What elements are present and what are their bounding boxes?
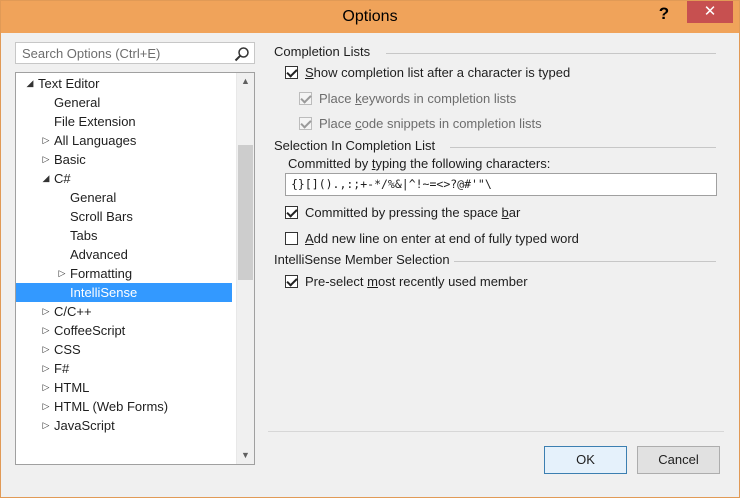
tree-item-label: C# — [54, 171, 71, 186]
expand-arrow-icon[interactable]: ▷ — [40, 321, 52, 340]
tree-scrollbar[interactable]: ▲ ▼ — [236, 73, 254, 464]
expand-arrow-icon[interactable]: ▷ — [40, 378, 52, 397]
tree-item[interactable]: Tabs — [16, 226, 232, 245]
selection-group: Selection In Completion List — [274, 138, 716, 156]
completion-lists-group: Completion Lists — [274, 44, 716, 62]
tree-item[interactable]: ▷ F# — [16, 359, 232, 378]
tree-item-label: Advanced — [70, 247, 128, 262]
tree-item[interactable]: General — [16, 93, 232, 112]
place-snippets-label: Place code snippets in completion lists — [319, 116, 542, 131]
tree-item[interactable]: ▷ All Languages — [16, 131, 232, 150]
member-selection-group: IntelliSense Member Selection — [274, 252, 716, 270]
dialog-client: Search Options (Ctrl+E) ▲ ▼ ◢ Text Editor… — [8, 33, 732, 490]
tree-item-label: Basic — [54, 152, 86, 167]
scroll-up-icon[interactable]: ▲ — [237, 73, 254, 90]
tree-item-label: Text Editor — [38, 76, 100, 91]
tree-item-label: Tabs — [70, 228, 98, 243]
search-input[interactable]: Search Options (Ctrl+E) — [22, 46, 160, 61]
ok-button[interactable]: OK — [544, 446, 627, 474]
tree-item[interactable]: ▷ HTML (Web Forms) — [16, 397, 232, 416]
tree-item-label: All Languages — [54, 133, 137, 148]
tree-item[interactable]: ▷ C/C++ — [16, 302, 232, 321]
expand-arrow-icon[interactable]: ▷ — [40, 340, 52, 359]
scroll-down-icon[interactable]: ▼ — [237, 447, 254, 464]
group-divider — [454, 261, 716, 262]
tree-item[interactable]: ◢ Text Editor — [16, 74, 232, 93]
tree-item[interactable]: ◢ C# — [16, 169, 232, 188]
window-title: Options — [342, 8, 398, 25]
completion-lists-header: Completion Lists — [274, 44, 371, 59]
committed-characters-input[interactable]: {}[]().,:;+-*/%&|^!~=<>?@#'"\ — [285, 173, 717, 196]
collapse-arrow-icon[interactable]: ◢ — [40, 169, 52, 188]
expand-arrow-icon[interactable]: ▷ — [40, 150, 52, 169]
group-divider — [450, 147, 716, 148]
tree-item-label: JavaScript — [54, 418, 115, 433]
button-separator — [268, 431, 724, 432]
tree-item-label: HTML — [54, 380, 90, 395]
group-divider — [386, 53, 716, 54]
collapse-arrow-icon[interactable]: ◢ — [24, 74, 36, 93]
show-completion-label: Show completion list after a character i… — [305, 65, 571, 80]
close-button[interactable]: ✕ — [687, 1, 733, 23]
cancel-button[interactable]: Cancel — [637, 446, 720, 474]
preselect-label: Pre-select most recently used member — [305, 274, 528, 289]
tree-item-label: Formatting — [70, 266, 133, 281]
title-bar: Options ? ✕ — [1, 1, 739, 33]
tree-item[interactable]: Scroll Bars — [16, 207, 232, 226]
expand-arrow-icon[interactable]: ▷ — [40, 131, 52, 150]
expand-arrow-icon[interactable]: ▷ — [40, 416, 52, 435]
tree-item[interactable]: ▷ Formatting — [16, 264, 232, 283]
tree-item-label: HTML (Web Forms) — [54, 399, 169, 414]
tree-item[interactable]: ▷ CSS — [16, 340, 232, 359]
options-tree[interactable]: ▲ ▼ ◢ Text Editor General File Extension ▷ Al… — [15, 72, 255, 465]
tree-item[interactable]: Advanced — [16, 245, 232, 264]
tree-item[interactable]: File Extension — [16, 112, 232, 131]
tree-item-label: Scroll Bars — [70, 209, 133, 224]
tree-item-label: CSS — [54, 342, 81, 357]
tree-item-label: General — [54, 95, 101, 110]
search-icon[interactable] — [234, 46, 250, 62]
selection-header: Selection In Completion List — [274, 138, 436, 153]
tree-item[interactable]: ▷ Basic — [16, 150, 232, 169]
expand-arrow-icon[interactable]: ▷ — [40, 397, 52, 416]
expand-arrow-icon[interactable]: ▷ — [40, 302, 52, 321]
tree-item-label: File Extension — [54, 114, 136, 129]
member-selection-header: IntelliSense Member Selection — [274, 252, 450, 267]
preselect-checkbox[interactable] — [285, 275, 298, 288]
tree-item-label: General — [70, 190, 117, 205]
show-completion-checkbox[interactable] — [285, 66, 298, 79]
new-line-label: Add new line on enter at end of fully ty… — [305, 231, 579, 246]
options-dialog: Options ? ✕ Search Options (Ctrl+E) ▲ ▼ … — [0, 0, 740, 498]
scrollbar-thumb[interactable] — [238, 145, 253, 280]
space-bar-checkbox[interactable] — [285, 206, 298, 219]
tree-item[interactable]: IntelliSense — [16, 283, 232, 302]
expand-arrow-icon[interactable]: ▷ — [40, 359, 52, 378]
tree-item-label: C/C++ — [54, 304, 92, 319]
tree-item-label: F# — [54, 361, 70, 376]
tree-item-label: IntelliSense — [70, 285, 138, 300]
tree-item[interactable]: ▷ CoffeeScript — [16, 321, 232, 340]
search-options-box[interactable]: Search Options (Ctrl+E) — [15, 42, 255, 64]
space-bar-label: Committed by pressing the space bar — [305, 205, 521, 220]
place-snippets-checkbox[interactable] — [299, 117, 312, 130]
help-button[interactable]: ? — [651, 3, 677, 27]
tree-item[interactable]: General — [16, 188, 232, 207]
place-keywords-label: Place keywords in completion lists — [319, 91, 517, 106]
new-line-checkbox[interactable] — [285, 232, 298, 245]
tree-item[interactable]: ▷ JavaScript — [16, 416, 232, 435]
place-keywords-checkbox[interactable] — [299, 92, 312, 105]
committed-characters-label: Committed by typing the following charac… — [288, 156, 551, 171]
tree-item-label: CoffeeScript — [54, 323, 126, 338]
expand-arrow-icon[interactable]: ▷ — [56, 264, 68, 283]
tree-item[interactable]: ▷ HTML — [16, 378, 232, 397]
